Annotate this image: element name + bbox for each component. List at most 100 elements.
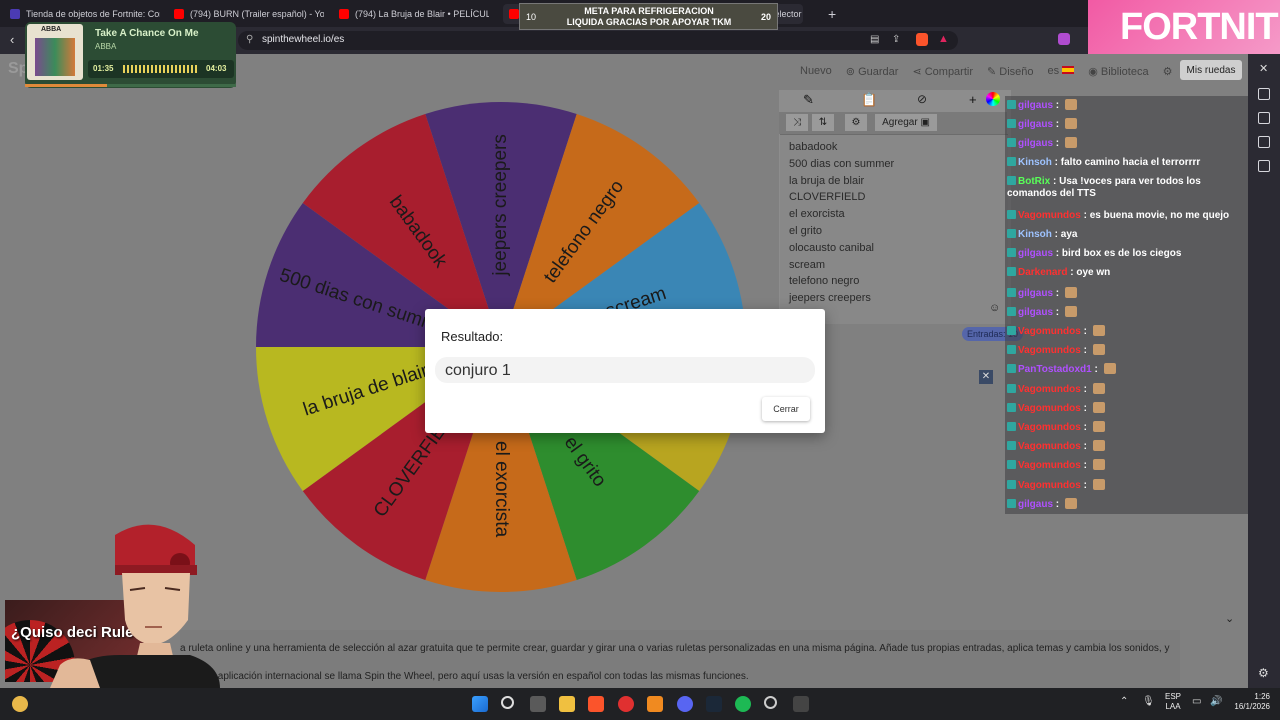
site-info-icon[interactable]: ⚲ xyxy=(246,34,253,45)
shuffle-icon[interactable]: ⤨ xyxy=(786,114,808,131)
clock[interactable]: 1:26 16/1/2026 xyxy=(1226,692,1270,712)
nav-share[interactable]: ⋖ Compartir xyxy=(912,65,973,78)
brave-browser-icon[interactable] xyxy=(588,696,604,712)
entry-item[interactable]: CLOVERFIELD xyxy=(780,191,1008,208)
lang-code: ESP xyxy=(1165,692,1182,701)
clock-time: 1:26 xyxy=(1254,692,1270,701)
emoji-icon[interactable]: ☺ xyxy=(989,302,1000,314)
donation-goal-banner: 10 META PARA REFRIGERACION LIQUIDA GRACI… xyxy=(519,3,778,30)
browser-sidebar: ✕ ⚙ xyxy=(1248,54,1280,688)
nav-library[interactable]: ◉ Biblioteca xyxy=(1088,65,1148,78)
sort-icon[interactable]: ⇅ xyxy=(812,114,834,131)
nav-design[interactable]: ✎ Diseño xyxy=(987,65,1034,78)
chat-username: Kinsoh xyxy=(1018,229,1052,240)
discord-icon[interactable] xyxy=(677,696,693,712)
file-explorer-icon[interactable] xyxy=(559,696,575,712)
chat-emote-icon xyxy=(1092,382,1105,394)
entry-item[interactable]: scream xyxy=(780,259,1008,276)
weather-icon[interactable] xyxy=(12,696,28,712)
tab-fortnite-shop[interactable]: Tienda de objetos de Fortnite: Conte xyxy=(10,4,160,24)
tab-burn-trailer[interactable]: (794) BURN (Trailer español) - YouTub xyxy=(174,4,324,24)
chat-emote-icon xyxy=(1064,305,1077,317)
obs-icon[interactable] xyxy=(764,696,777,709)
app-icon[interactable] xyxy=(647,696,663,712)
steam-icon[interactable] xyxy=(706,696,722,712)
share-icon: ⋖ xyxy=(912,65,925,78)
entry-item[interactable]: el exorcista xyxy=(780,208,1008,225)
chat-message: BotRix : Usa !voces para ver todos los c… xyxy=(1007,175,1247,200)
edit-pencil-icon[interactable]: ✎ xyxy=(803,92,814,108)
add-image-label: Agregar xyxy=(882,117,918,128)
language-indicator[interactable]: ESP LAA xyxy=(1165,692,1181,712)
chat-message: gilgaus : xyxy=(1007,137,1247,150)
close-dialog-button[interactable]: Cerrar xyxy=(762,397,810,421)
brave-rewards-icon[interactable]: ▲ xyxy=(938,33,949,45)
song-progress-fill xyxy=(25,84,108,87)
tab-bruja-blair[interactable]: (794) La Bruja de Blair • PELÍCULA DE xyxy=(339,4,489,24)
entry-item[interactable]: 500 dias con summer xyxy=(780,158,1008,175)
new-tab-button[interactable]: + xyxy=(828,4,836,24)
sidebar-history-icon[interactable] xyxy=(1258,160,1270,172)
chat-emote-icon xyxy=(1064,286,1077,298)
entry-item[interactable]: telefono negro xyxy=(780,275,1008,292)
sidebar-panel-icon[interactable] xyxy=(1258,88,1270,100)
chat-separator: : xyxy=(1091,364,1101,376)
nav-language[interactable]: es xyxy=(1048,65,1075,77)
nav-new[interactable]: Nuevo xyxy=(800,65,832,77)
sidebar-wallet-icon[interactable] xyxy=(1258,112,1270,124)
back-arrow-icon[interactable]: ‹ xyxy=(10,32,14,47)
add-plus-icon[interactable]: + xyxy=(969,92,977,107)
chat-badge-icon xyxy=(1007,287,1016,297)
network-icon[interactable]: ▭ xyxy=(1192,696,1201,707)
reader-icon[interactable]: ▤ xyxy=(870,34,879,45)
color-palette-icon[interactable] xyxy=(986,92,1000,106)
nav-save[interactable]: ⊚ Guardar xyxy=(846,65,899,78)
chat-emote-icon xyxy=(1064,99,1077,110)
current-time: 01:35 xyxy=(93,64,114,73)
windows-start-icon[interactable] xyxy=(472,696,488,712)
song-progress-track xyxy=(25,84,236,87)
music-player-overlay: ABBA Take A Chance On Me ABBA 01:35 04:0… xyxy=(25,22,236,88)
entry-item[interactable]: jeepers creepers xyxy=(780,292,1008,309)
hide-eye-icon[interactable]: ⊘ xyxy=(917,92,927,106)
close-icon[interactable]: ✕ xyxy=(1259,62,1268,75)
settings-gear-icon[interactable]: ⚙ xyxy=(845,114,867,131)
chat-username: gilgaus xyxy=(1018,498,1054,510)
settings-icon[interactable]: ⚙ xyxy=(1163,65,1173,78)
chat-message: Vagomundos : xyxy=(1007,401,1247,415)
url-field[interactable]: ⚲ spinthewheel.io/es ▤ ⇪ ▲ xyxy=(238,31,958,50)
chat-separator: : xyxy=(1053,100,1062,111)
chat-badge-icon xyxy=(1007,138,1016,148)
clipboard-icon[interactable]: 📋 xyxy=(861,92,877,108)
entries-list[interactable]: babadook 500 dias con summer la bruja de… xyxy=(780,134,1008,324)
extension-icon[interactable] xyxy=(1058,33,1070,45)
chat-text: aya xyxy=(1060,229,1078,240)
volume-icon[interactable]: 🔊 xyxy=(1210,696,1222,707)
my-wheels-button[interactable]: Mis ruedas xyxy=(1180,60,1242,80)
close-x-icon[interactable]: ✕ xyxy=(979,370,993,384)
media-player-icon[interactable] xyxy=(618,696,634,712)
nav-language-label: es xyxy=(1047,65,1060,77)
spotify-icon[interactable] xyxy=(735,696,751,712)
add-image-button[interactable]: Agregar ▣ xyxy=(875,114,937,131)
result-dialog: Resultado: conjuro 1 Cerrar xyxy=(425,309,825,433)
entry-item[interactable]: babadook xyxy=(780,141,1008,158)
chat-badge-icon xyxy=(1007,364,1016,374)
sidebar-settings-icon[interactable]: ⚙ xyxy=(1258,666,1269,680)
entry-item[interactable]: la bruja de blair xyxy=(780,175,1008,192)
sidebar-bookmarks-icon[interactable] xyxy=(1258,136,1270,148)
chat-username: gilgaus xyxy=(1018,248,1054,260)
mic-icon[interactable]: 🎙 xyxy=(1142,696,1155,707)
chevron-down-icon[interactable]: ⌄ xyxy=(1225,612,1234,625)
chat-username: Vagomundos xyxy=(1018,209,1081,221)
entry-item[interactable]: olocausto canibal xyxy=(780,242,1008,259)
search-icon[interactable] xyxy=(501,696,514,709)
tray-chevron-icon[interactable]: ⌃ xyxy=(1120,696,1128,707)
chat-badge-icon xyxy=(1007,306,1016,316)
spain-flag-icon xyxy=(1062,66,1075,74)
task-view-icon[interactable] xyxy=(530,696,546,712)
entry-item[interactable]: el grito xyxy=(780,225,1008,242)
brave-shields-icon[interactable] xyxy=(916,33,928,46)
app-icon-2[interactable] xyxy=(793,696,809,712)
share-icon[interactable]: ⇪ xyxy=(892,34,900,45)
